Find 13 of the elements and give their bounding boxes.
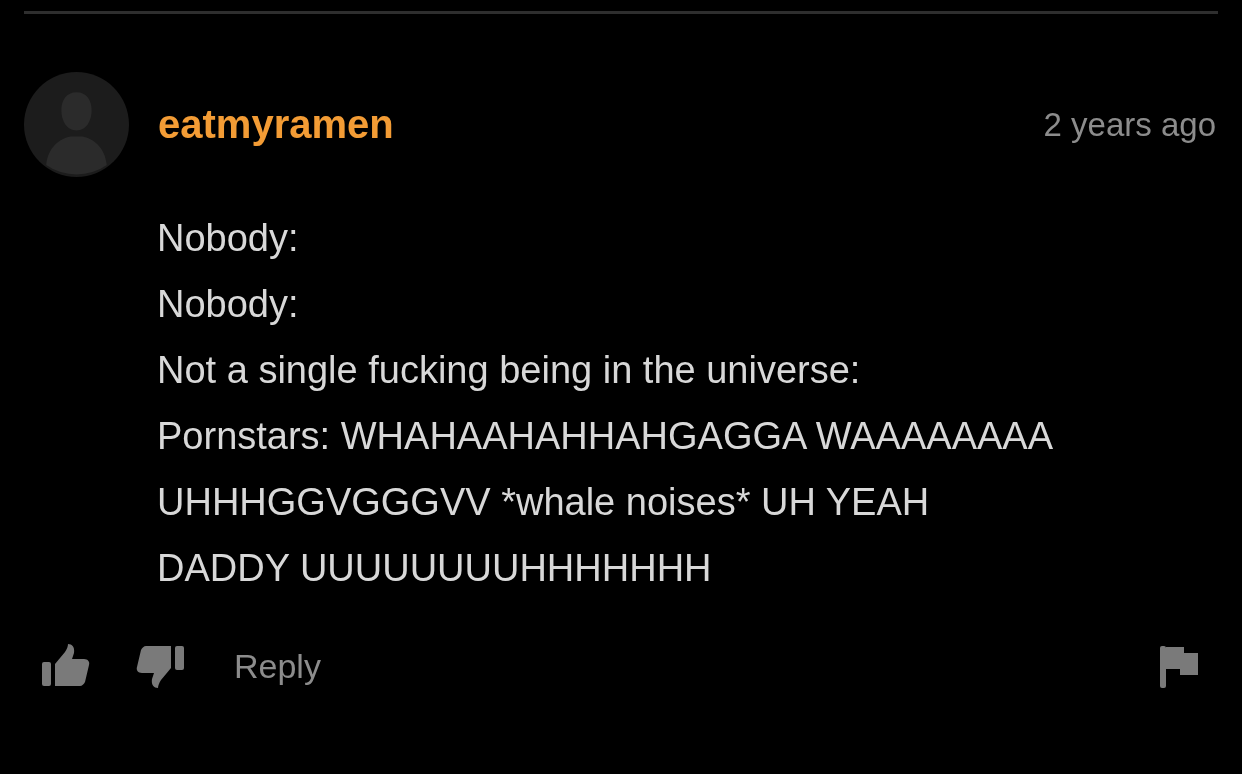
comment-text-line: Nobody:	[157, 216, 300, 261]
timestamp: 2 years ago	[1043, 105, 1216, 144]
flag-icon[interactable]	[1160, 644, 1200, 688]
avatar-icon	[24, 72, 129, 177]
username[interactable]: eatmyramen	[158, 102, 1044, 147]
comment-text-line: DADDY UUUUUUUUHHHHHHH	[157, 546, 713, 591]
comment-text-line: Nobody:	[157, 282, 300, 327]
comment-text-line: UHHHGGVGGGVV *whale noises* UH YEAH	[157, 480, 931, 525]
thumbs-up-icon[interactable]	[40, 644, 90, 688]
comment-text-line: Not a single fucking being in the universe:	[157, 348, 862, 393]
comment-text-line: Pornstars: WHAHAAHAHHAHGAGGA WAAAAAAAA	[157, 414, 1055, 459]
reply-button[interactable]: Reply	[234, 646, 321, 686]
thumbs-down-icon[interactable]	[136, 644, 186, 688]
